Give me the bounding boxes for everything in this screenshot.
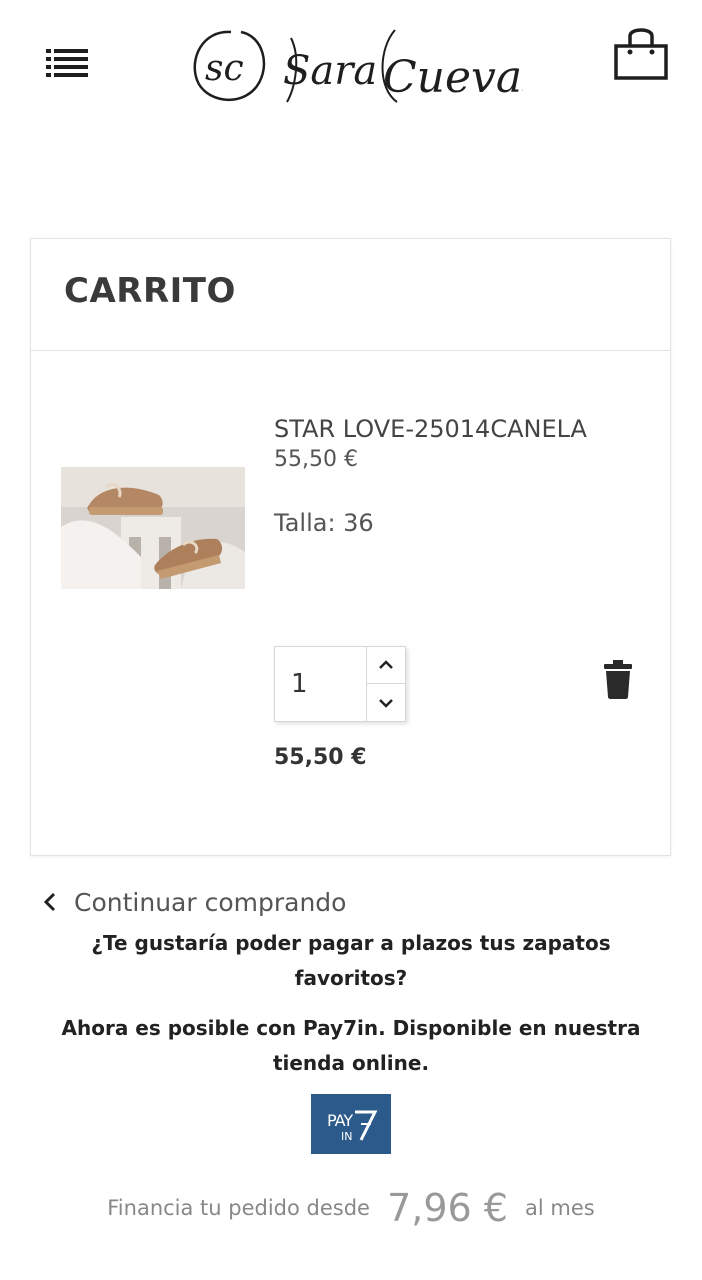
chevron-up-icon <box>379 660 393 669</box>
cart-panel: CARRITO STAR LOVE-25014CANELA 55,50 € Ta… <box>30 238 671 856</box>
continue-shopping-link[interactable]: Continuar comprando <box>40 884 346 920</box>
chevron-down-icon <box>379 698 393 708</box>
brand-logo[interactable]: sc Sara Cuevas <box>183 18 545 113</box>
promo-question: ¿Te gustaría poder pagar a plazos tus za… <box>91 931 611 990</box>
cart-title: CARRITO <box>64 271 236 311</box>
product-unit-price: 55,50 € <box>274 447 358 472</box>
financing-suffix: al mes <box>525 1196 595 1220</box>
list-menu-icon[interactable] <box>44 44 92 84</box>
financing-info: Financia tu pedido desde 7,96 € al mes <box>0 1186 702 1230</box>
svg-text:Sara: Sara <box>283 48 377 94</box>
quantity-increase-button[interactable] <box>366 647 405 684</box>
svg-text:Cuevas: Cuevas <box>383 52 523 103</box>
pay7in-logo: PAY IN <box>311 1094 391 1154</box>
trash-icon[interactable] <box>603 659 633 699</box>
quantity-stepper <box>274 646 406 722</box>
site-header: sc Sara Cuevas <box>0 0 702 130</box>
svg-text:sc: sc <box>205 48 244 89</box>
svg-text:IN: IN <box>341 1130 352 1143</box>
product-name-link[interactable]: STAR LOVE-25014CANELA <box>274 415 587 443</box>
product-image[interactable] <box>61 467 245 589</box>
quantity-input[interactable] <box>275 647 365 721</box>
chevron-left-icon <box>43 892 56 912</box>
product-size: Talla: 36 <box>274 509 374 537</box>
financing-prefix: Financia tu pedido desde <box>107 1196 370 1220</box>
quantity-decrease-button[interactable] <box>366 684 405 721</box>
svg-text:PAY: PAY <box>327 1111 353 1130</box>
promo-answer: Ahora es posible con Pay7in. Disponible … <box>61 1016 641 1075</box>
shopping-bag-icon[interactable] <box>610 22 672 84</box>
financing-amount: 7,96 € <box>387 1186 508 1230</box>
product-line-total: 55,50 € <box>274 745 367 770</box>
continue-shopping-label: Continuar comprando <box>74 887 347 917</box>
cart-header: CARRITO <box>31 239 670 351</box>
